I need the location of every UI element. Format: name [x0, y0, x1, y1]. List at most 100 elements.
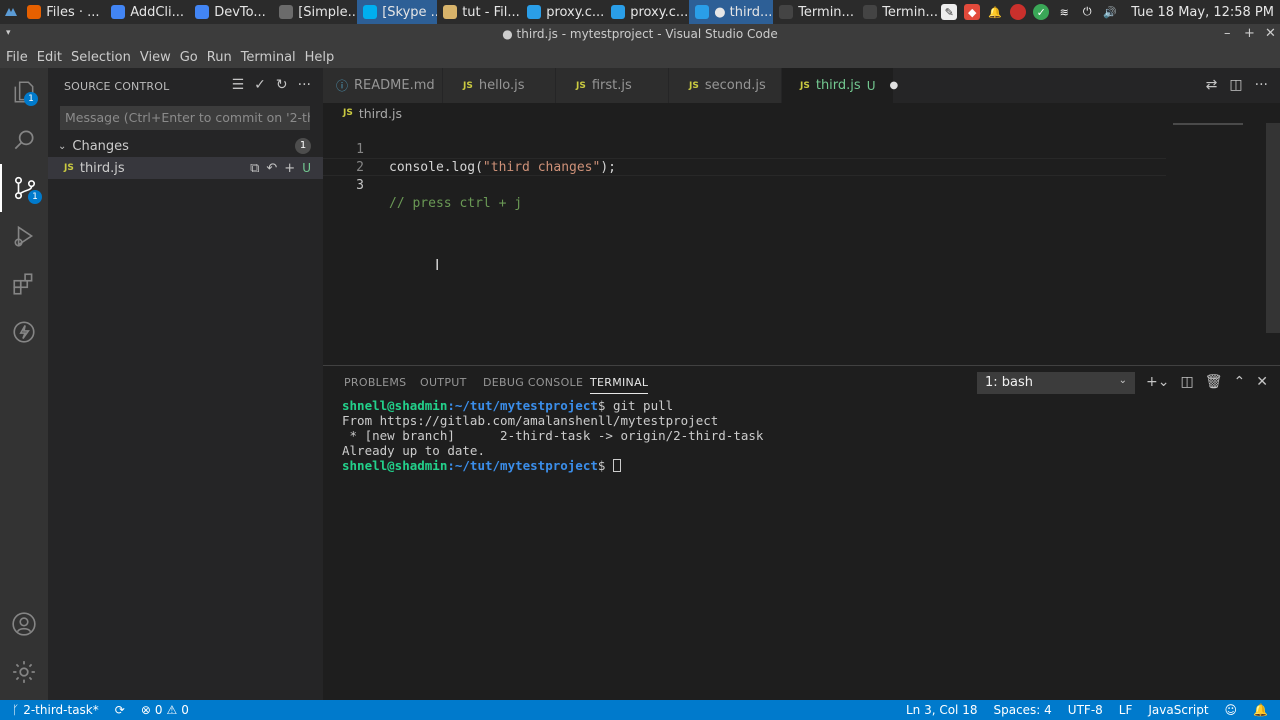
terminal-output[interactable]: shnell@shadmin:~/tut/mytestproject$ git …: [342, 398, 763, 473]
tab-problems[interactable]: PROBLEMS: [344, 376, 406, 389]
changed-file-row[interactable]: JS third.js ⧉ ↶ + U: [48, 157, 323, 179]
prompt-user: shnell@shadmin: [342, 398, 448, 413]
stage-changes-icon[interactable]: +: [284, 161, 295, 176]
tab-second-js[interactable]: JS second.js: [669, 68, 782, 103]
discard-changes-icon[interactable]: ↶: [266, 161, 277, 176]
taskbar-task[interactable]: Termin...: [773, 0, 857, 24]
bell-icon[interactable]: 🔔: [987, 4, 1003, 20]
tab-first-js[interactable]: JS first.js: [556, 68, 669, 103]
indentation[interactable]: Spaces: 4: [985, 703, 1059, 717]
terminal-line: shnell@shadmin:~/tut/mytestproject$ git …: [342, 398, 763, 413]
power-icon[interactable]: ⏻: [1079, 4, 1095, 20]
taskbar-task[interactable]: ● third...: [689, 0, 774, 24]
menu-bar: File Edit Selection View Go Run Terminal…: [0, 46, 1280, 68]
kill-terminal-icon[interactable]: 🗑: [1205, 374, 1223, 390]
code-editor[interactable]: 1 console.log("third changes"); 2 3 // p…: [323, 123, 1280, 365]
sync-icon[interactable]: ⟳: [107, 703, 133, 717]
taskbar-task-label: proxy.c...: [630, 4, 689, 20]
view-as-tree-icon[interactable]: ☰: [232, 77, 245, 93]
tab-third-js[interactable]: JS third.js U ●: [782, 68, 898, 103]
commit-check-icon[interactable]: ✓: [254, 77, 266, 93]
language-mode[interactable]: JavaScript: [1140, 703, 1216, 717]
cursor-position[interactable]: Ln 3, Col 18: [898, 703, 986, 717]
taskbar-task[interactable]: [Simple...: [273, 0, 357, 24]
code-line[interactable]: 1 console.log("third changes");: [323, 123, 1166, 175]
taskbar-task[interactable]: tut - Fil...: [437, 0, 521, 24]
editor-scrollbar[interactable]: [1266, 123, 1280, 333]
open-changes-icon[interactable]: ⇄: [1206, 77, 1218, 93]
editor-tabs: ⓘ README.md JS hello.js JS first.js JS s…: [323, 68, 1280, 103]
branch-status[interactable]: ᚴ 2-third-task*: [0, 703, 107, 717]
new-terminal-icon[interactable]: +⌄: [1146, 374, 1169, 390]
split-editor-icon[interactable]: ◫: [1229, 77, 1242, 93]
refresh-icon[interactable]: ↻: [276, 77, 288, 93]
problems-status[interactable]: ⊗ 0 ⚠ 0: [133, 703, 197, 717]
taskbar-task-label: tut - Fil...: [462, 4, 520, 20]
chrome-icon: [195, 5, 210, 19]
close-panel-icon[interactable]: ✕: [1256, 374, 1268, 390]
menu-view[interactable]: View: [134, 50, 174, 65]
app-menu-icon[interactable]: [0, 0, 21, 24]
tab-terminal[interactable]: TERMINAL: [590, 376, 649, 394]
feedback-icon[interactable]: ☺: [1217, 703, 1246, 717]
tab-label: second.js: [704, 78, 766, 93]
vscode-icon: [695, 5, 710, 19]
encoding[interactable]: UTF-8: [1060, 703, 1111, 717]
thunder-icon[interactable]: [0, 308, 48, 356]
minimap[interactable]: [1173, 123, 1243, 125]
minimize-icon[interactable]: –: [1224, 26, 1231, 41]
sync-check-icon[interactable]: ✓: [1033, 4, 1050, 20]
account-icon[interactable]: [0, 600, 48, 648]
clock[interactable]: Tue 18 May, 12:58 PM: [1131, 5, 1274, 20]
taskbar-task[interactable]: proxy.c...: [521, 0, 605, 24]
split-terminal-icon[interactable]: ◫: [1181, 374, 1194, 390]
explorer-icon[interactable]: 1: [0, 68, 48, 116]
run-debug-icon[interactable]: [0, 212, 48, 260]
redshift-icon[interactable]: [1010, 4, 1027, 20]
menu-selection[interactable]: Selection: [65, 50, 134, 65]
breadcrumb[interactable]: JS third.js: [323, 103, 402, 123]
notes-icon[interactable]: ✎: [941, 4, 958, 20]
error-icon: ⊗: [140, 703, 151, 717]
more-actions-icon[interactable]: ···: [298, 77, 311, 93]
terminal-selector[interactable]: 1: bash ⌄: [977, 372, 1135, 394]
code-line[interactable]: 2: [323, 141, 1166, 175]
git-tray-icon[interactable]: ◆: [964, 4, 981, 20]
unsaved-dot-icon[interactable]: ●: [889, 80, 898, 91]
end-of-line[interactable]: LF: [1111, 703, 1141, 717]
tab-readme[interactable]: ⓘ README.md: [323, 68, 443, 103]
taskbar-task-label: Termin...: [798, 4, 854, 20]
tab-hello-js[interactable]: JS hello.js: [443, 68, 556, 103]
maximize-icon[interactable]: +: [1244, 26, 1255, 41]
volume-icon[interactable]: 🔊: [1102, 4, 1118, 20]
code-line-current[interactable]: 3 // press ctrl + j: [323, 158, 1166, 211]
source-control-icon[interactable]: 1: [0, 164, 48, 212]
taskbar-task[interactable]: proxy.c...: [605, 0, 689, 24]
commit-message-input[interactable]: Message (Ctrl+Enter to commit on '2-thir…: [60, 106, 310, 130]
menu-terminal[interactable]: Terminal: [235, 50, 299, 65]
taskbar-task[interactable]: Files · ...: [21, 0, 105, 24]
untracked-status: U: [302, 161, 311, 175]
taskbar-task[interactable]: AddCli...: [105, 0, 189, 24]
close-icon[interactable]: ✕: [1265, 26, 1276, 41]
extensions-icon[interactable]: [0, 260, 48, 308]
taskbar-task[interactable]: DevTo...: [189, 0, 273, 24]
taskbar-task[interactable]: Termin...: [857, 0, 941, 24]
maximize-panel-icon[interactable]: ⌃: [1234, 374, 1246, 390]
notifications-bell-icon[interactable]: 🔔: [1245, 703, 1280, 717]
menu-run[interactable]: Run: [201, 50, 235, 65]
menu-edit[interactable]: Edit: [31, 50, 65, 65]
tab-debug-console[interactable]: DEBUG CONSOLE: [483, 376, 583, 389]
more-actions-icon[interactable]: ···: [1255, 77, 1268, 93]
menu-help[interactable]: Help: [299, 50, 338, 65]
taskbar-task[interactable]: [Skype ...: [357, 0, 438, 24]
search-icon[interactable]: [0, 116, 48, 164]
tab-output[interactable]: OUTPUT: [420, 376, 467, 389]
changes-group[interactable]: ⌄ Changes 1: [48, 135, 323, 157]
breadcrumb-file[interactable]: third.js: [359, 106, 402, 121]
wifi-icon[interactable]: ≋: [1056, 4, 1072, 20]
menu-file[interactable]: File: [0, 50, 31, 65]
menu-go[interactable]: Go: [174, 50, 201, 65]
settings-gear-icon[interactable]: [0, 648, 48, 696]
open-file-icon[interactable]: ⧉: [250, 161, 259, 176]
